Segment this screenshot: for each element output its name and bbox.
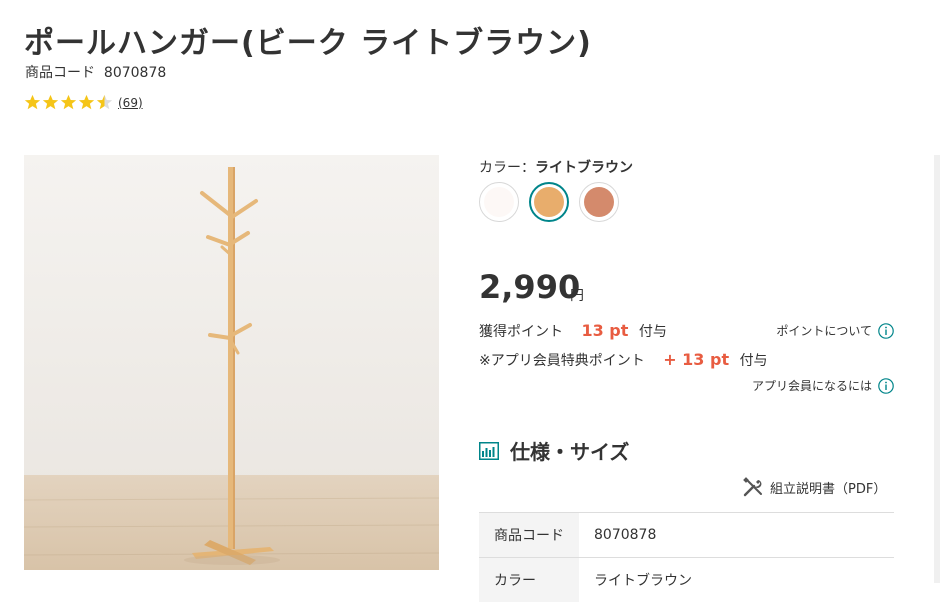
swatch-dot	[534, 187, 564, 217]
star-icon	[24, 94, 41, 111]
product-code-value: 8070878	[104, 65, 166, 81]
earned-points-suffix: 付与	[639, 324, 667, 340]
spec-heading-text: 仕様・サイズ	[510, 436, 629, 465]
assembly-manual-link[interactable]: 組立説明書（PDF）	[742, 476, 886, 498]
table-row: カラー ライトブラウン	[479, 558, 894, 602]
star-icon	[42, 94, 59, 111]
spec-chart-icon	[479, 442, 499, 460]
pole-hanger-illustration	[24, 155, 439, 570]
about-points-link[interactable]: ポイントについて	[776, 322, 894, 339]
price-unit: 円	[570, 285, 584, 305]
star-icon	[60, 94, 77, 111]
app-member-label: アプリ会員になるには	[752, 377, 872, 394]
product-image[interactable]	[24, 155, 439, 570]
product-code: 商品コード 8070878	[25, 62, 166, 82]
color-swatch-light-brown[interactable]	[529, 182, 569, 222]
color-selected-name: ライトブラウン	[535, 160, 633, 176]
swatch-dot	[484, 187, 514, 217]
earned-points-label: 獲得ポイント	[479, 324, 563, 340]
earned-points-value: 13 pt	[581, 321, 628, 340]
app-points-suffix: 付与	[740, 353, 768, 369]
spec-key: 商品コード	[479, 513, 579, 558]
app-points-value: + 13 pt	[663, 350, 729, 369]
spec-table: 商品コード 8070878 カラー ライトブラウン	[479, 512, 894, 602]
assembly-manual-label: 組立説明書（PDF）	[770, 478, 886, 497]
color-label: カラー：ライトブラウン	[479, 157, 633, 177]
swatch-dot	[584, 187, 614, 217]
product-title: ポールハンガー(ビーク ライトブラウン)	[24, 18, 592, 62]
star-icon	[78, 94, 95, 111]
info-icon	[878, 323, 894, 339]
color-swatch-white[interactable]	[479, 182, 519, 222]
color-swatch-brown[interactable]	[579, 182, 619, 222]
spec-value: ライトブラウン	[579, 558, 894, 602]
tools-icon	[742, 476, 764, 498]
app-points-label: ※アプリ会員特典ポイント	[479, 353, 645, 369]
price-value: 2,990	[479, 268, 580, 306]
spec-heading: 仕様・サイズ	[479, 436, 629, 465]
half-star-icon	[96, 94, 113, 111]
info-icon	[878, 378, 894, 394]
spec-value: 8070878	[579, 513, 894, 558]
scrollbar[interactable]	[934, 155, 940, 583]
rating: (69)	[24, 94, 143, 111]
app-member-link[interactable]: アプリ会員になるには	[752, 377, 894, 394]
app-points-row: ※アプリ会員特典ポイント + 13 pt 付与	[479, 350, 768, 370]
review-count-link[interactable]: (69)	[118, 96, 143, 110]
spec-key: カラー	[479, 558, 579, 602]
about-points-label: ポイントについて	[776, 322, 872, 339]
table-row: 商品コード 8070878	[479, 513, 894, 558]
earned-points-row: 獲得ポイント 13 pt 付与	[479, 321, 667, 341]
product-code-label: 商品コード	[25, 65, 95, 81]
color-label-prefix: カラー：	[479, 160, 535, 176]
